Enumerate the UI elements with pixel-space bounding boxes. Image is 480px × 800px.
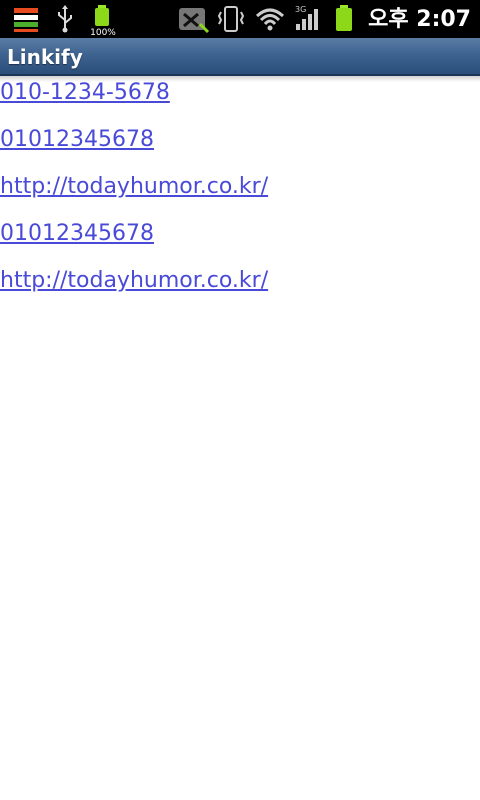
network-label: 3G (295, 5, 306, 14)
phone-link[interactable]: 01012345678 (0, 221, 154, 246)
vibrate-icon (217, 6, 245, 32)
url-link[interactable]: http://todayhumor.co.kr/ (0, 174, 268, 199)
signal-3g-icon: 3G (295, 5, 318, 30)
shortcut-icon (179, 8, 210, 34)
wifi-icon (255, 8, 285, 31)
usb-icon (58, 5, 72, 33)
status-bar: 100% 3G 오후 2:07 (0, 0, 480, 38)
clock: 오후 2:07 (368, 7, 471, 32)
battery-icon (336, 5, 352, 31)
title-bar: Linkify (0, 38, 480, 76)
app-title: Linkify (7, 45, 83, 69)
notification-icon (14, 8, 38, 32)
battery-small-icon: 100% (90, 5, 116, 38)
url-link[interactable]: http://todayhumor.co.kr/ (0, 268, 268, 293)
battery-percent-label: 100% (90, 28, 116, 38)
phone-link[interactable]: 010-1234-5678 (0, 80, 170, 105)
phone-link[interactable]: 01012345678 (0, 127, 154, 152)
